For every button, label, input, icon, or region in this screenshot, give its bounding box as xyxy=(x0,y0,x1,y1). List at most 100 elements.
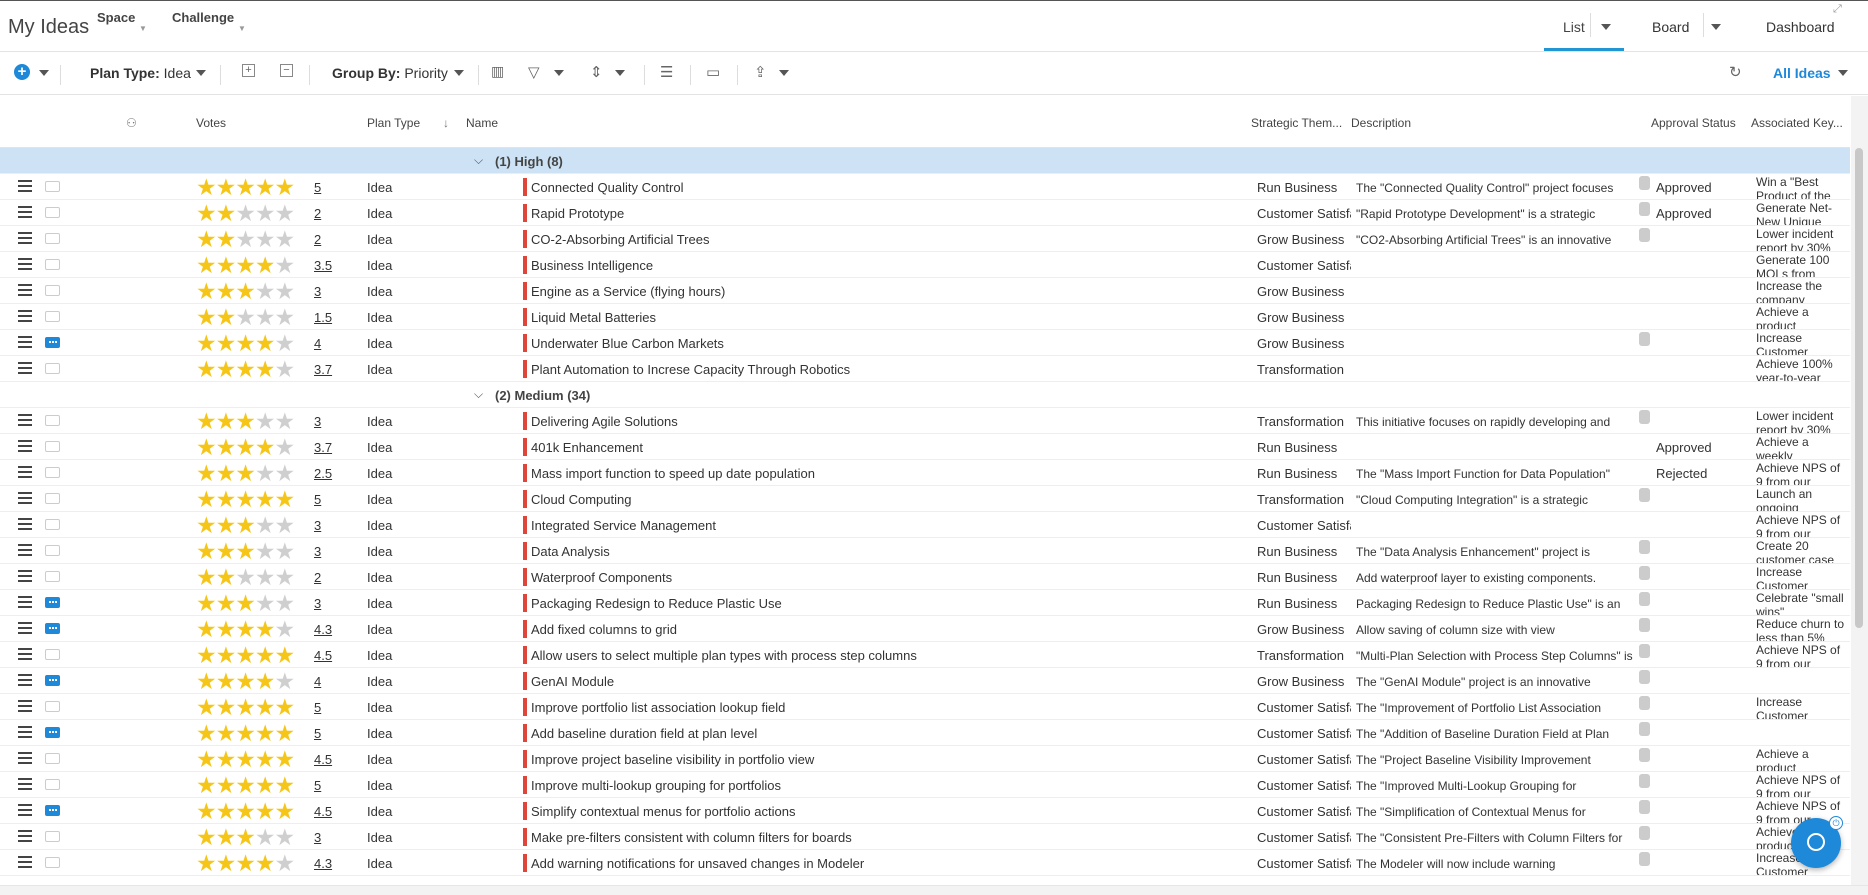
vote-count[interactable]: 4.3 xyxy=(314,856,332,871)
star-icon[interactable]: ★ xyxy=(235,564,256,590)
vote-count[interactable]: 3 xyxy=(314,596,321,611)
space-selector[interactable]: Space ▼ xyxy=(97,10,147,33)
comment-icon[interactable] xyxy=(45,363,60,374)
star-icon[interactable]: ★ xyxy=(216,642,237,668)
star-icon[interactable]: ★ xyxy=(235,174,256,200)
vote-count[interactable]: 3 xyxy=(314,830,321,845)
idea-name[interactable]: Rapid Prototype xyxy=(531,206,624,221)
vote-count[interactable]: 2 xyxy=(314,232,321,247)
add-icon[interactable]: + xyxy=(14,64,30,80)
table-row[interactable]: ★★★★★ 4.5 Idea Improve project baseline vis… xyxy=(0,746,1850,772)
vote-count[interactable]: 3 xyxy=(314,518,321,533)
row-menu-icon[interactable] xyxy=(18,258,32,270)
star-icon[interactable]: ★ xyxy=(216,590,237,616)
star-icon[interactable]: ★ xyxy=(216,460,237,486)
star-rating[interactable]: ★★★★★ xyxy=(196,564,295,590)
star-icon[interactable]: ★ xyxy=(255,746,276,772)
star-icon[interactable]: ★ xyxy=(275,434,296,460)
star-rating[interactable]: ★★★★★ xyxy=(196,304,295,330)
row-menu-icon[interactable] xyxy=(18,856,32,868)
star-icon[interactable]: ★ xyxy=(275,174,296,200)
star-icon[interactable]: ★ xyxy=(235,720,256,746)
star-icon[interactable]: ★ xyxy=(196,278,217,304)
table-row[interactable]: ★★★★★ 2 Idea Rapid Prototype Customer Satisf… xyxy=(0,200,1850,226)
star-icon[interactable]: ★ xyxy=(255,720,276,746)
idea-name[interactable]: Make pre-filters consistent with column … xyxy=(531,830,852,845)
idea-name[interactable]: Data Analysis xyxy=(531,544,610,559)
star-rating[interactable]: ★★★★★ xyxy=(196,642,295,668)
comment-icon[interactable] xyxy=(45,571,60,582)
comment-icon[interactable] xyxy=(45,831,60,842)
star-icon[interactable]: ★ xyxy=(196,720,217,746)
column-description[interactable]: Description xyxy=(1351,116,1411,130)
horizontal-scrollbar[interactable] xyxy=(0,885,1868,895)
vertical-scrollbar[interactable] xyxy=(1851,96,1868,886)
star-icon[interactable]: ★ xyxy=(255,408,276,434)
table-row[interactable]: ★★★★★ 4.3 Idea Add fixed columns to grid Gro… xyxy=(0,616,1850,642)
star-icon[interactable]: ★ xyxy=(235,668,256,694)
row-menu-icon[interactable] xyxy=(18,596,32,608)
idea-name[interactable]: CO-2-Absorbing Artificial Trees xyxy=(531,232,709,247)
group-row[interactable]: ⌵ (1) High (8) xyxy=(0,148,1850,174)
table-row[interactable]: ★★★★★ 5 Idea Improve multi-lookup grouping … xyxy=(0,772,1850,798)
table-row[interactable]: ★★★★★ 4.5 Idea Simplify contextual menus fo… xyxy=(0,798,1850,824)
star-icon[interactable]: ★ xyxy=(216,486,237,512)
star-icon[interactable]: ★ xyxy=(196,694,217,720)
vote-count[interactable]: 3.7 xyxy=(314,362,332,377)
star-icon[interactable]: ★ xyxy=(235,512,256,538)
comment-icon[interactable] xyxy=(45,311,60,322)
star-icon[interactable]: ★ xyxy=(216,772,237,798)
row-menu-icon[interactable] xyxy=(18,778,32,790)
star-icon[interactable]: ★ xyxy=(235,642,256,668)
comment-icon[interactable] xyxy=(45,181,60,192)
star-icon[interactable]: ★ xyxy=(235,304,256,330)
row-menu-icon[interactable] xyxy=(18,492,32,504)
star-icon[interactable]: ★ xyxy=(235,850,256,876)
idea-name[interactable]: Integrated Service Management xyxy=(531,518,716,533)
comment-icon[interactable] xyxy=(45,467,60,478)
star-rating[interactable]: ★★★★★ xyxy=(196,590,295,616)
star-icon[interactable]: ★ xyxy=(196,668,217,694)
plan-type-dropdown[interactable]: Plan Type: Idea xyxy=(90,65,191,81)
star-icon[interactable]: ★ xyxy=(255,668,276,694)
star-icon[interactable]: ★ xyxy=(235,200,256,226)
star-icon[interactable]: ★ xyxy=(235,486,256,512)
star-icon[interactable]: ★ xyxy=(196,512,217,538)
table-row[interactable]: ★★★★★ 1.5 Idea Liquid Metal Batteries Grow B… xyxy=(0,304,1850,330)
idea-name[interactable]: Cloud Computing xyxy=(531,492,631,507)
table-row[interactable]: ★★★★★ 4 Idea GenAI Module Grow Business The "… xyxy=(0,668,1850,694)
scrollbar-thumb[interactable] xyxy=(1855,148,1863,628)
table-row[interactable]: ★★★★★ 3 Idea Delivering Agile Solutions Tran… xyxy=(0,408,1850,434)
star-icon[interactable]: ★ xyxy=(255,798,276,824)
column-approval-status[interactable]: Approval Status xyxy=(1651,116,1736,130)
row-height-icon[interactable]: ⇕ xyxy=(590,63,603,81)
star-rating[interactable]: ★★★★★ xyxy=(196,408,295,434)
table-row[interactable]: ★★★★★ 3.5 Idea Business Intelligence Custome… xyxy=(0,252,1850,278)
star-icon[interactable]: ★ xyxy=(275,200,296,226)
table-row[interactable]: ★★★★★ 5 Idea Add baseline duration field at… xyxy=(0,720,1850,746)
star-icon[interactable]: ★ xyxy=(235,356,256,382)
star-icon[interactable]: ★ xyxy=(196,798,217,824)
star-icon[interactable]: ★ xyxy=(196,174,217,200)
star-icon[interactable]: ★ xyxy=(235,772,256,798)
star-icon[interactable]: ★ xyxy=(196,590,217,616)
star-icon[interactable]: ★ xyxy=(255,512,276,538)
star-icon[interactable]: ★ xyxy=(216,174,237,200)
comment-icon[interactable] xyxy=(45,753,60,764)
vote-count[interactable]: 3 xyxy=(314,284,321,299)
vote-count[interactable]: 3.7 xyxy=(314,440,332,455)
list-dropdown-icon[interactable] xyxy=(1601,24,1611,30)
comment-icon[interactable] xyxy=(45,597,60,608)
star-icon[interactable]: ★ xyxy=(235,330,256,356)
star-icon[interactable]: ★ xyxy=(196,226,217,252)
star-icon[interactable]: ★ xyxy=(216,668,237,694)
star-rating[interactable]: ★★★★★ xyxy=(196,668,295,694)
idea-name[interactable]: 401k Enhancement xyxy=(531,440,643,455)
star-icon[interactable]: ★ xyxy=(275,694,296,720)
comment-icon[interactable] xyxy=(45,545,60,556)
chevron-down-icon[interactable] xyxy=(454,70,464,76)
row-menu-icon[interactable] xyxy=(18,232,32,244)
star-rating[interactable]: ★★★★★ xyxy=(196,254,295,277)
table-row[interactable]: ★★★★★ 3 Idea Integrated Service Management C… xyxy=(0,512,1850,538)
star-rating[interactable]: ★★★★★ xyxy=(196,826,295,849)
